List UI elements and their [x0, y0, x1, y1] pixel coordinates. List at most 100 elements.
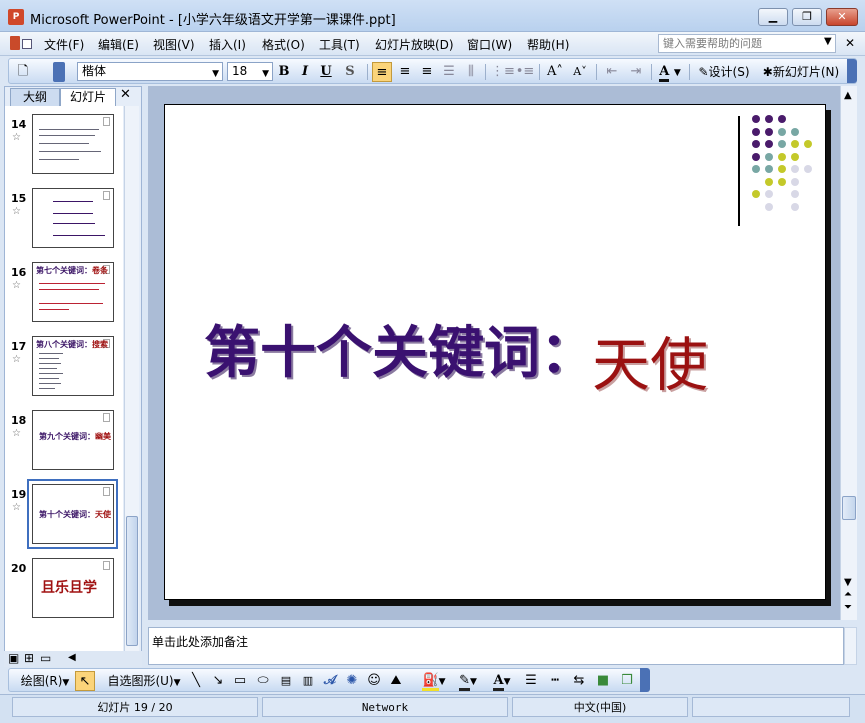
- help-search-input[interactable]: 键入需要帮助的问题: [658, 34, 836, 53]
- toolbar-options-icon[interactable]: [640, 668, 650, 692]
- document-close-icon[interactable]: ✕: [845, 36, 855, 50]
- line-color-button[interactable]: ✎▼: [453, 671, 483, 691]
- slide-thumbnail-18[interactable]: 第九个关键词：幽美: [32, 410, 114, 470]
- menu-tools[interactable]: 工具(T): [319, 36, 360, 53]
- menu-window[interactable]: 窗口(W): [467, 36, 512, 53]
- arrow-button[interactable]: ↘: [209, 671, 227, 691]
- toolbar-separator: [596, 64, 597, 80]
- slide-thumbnail-19[interactable]: 第十个关键词：天使: [32, 484, 114, 544]
- powerpoint-app-icon[interactable]: P: [8, 9, 24, 25]
- slideshow-view-icon[interactable]: ▭: [40, 651, 51, 665]
- thumbnail-scrollbar[interactable]: [124, 106, 139, 652]
- toolbar-separator: [539, 64, 540, 80]
- minimize-button[interactable]: ▁: [758, 8, 788, 26]
- 3d-style-icon: ❒: [621, 673, 633, 688]
- chevron-down-icon: ▼: [673, 68, 681, 78]
- notes-scrollbar[interactable]: [844, 627, 857, 665]
- slide-number: 17: [11, 340, 27, 353]
- arrow-style-button[interactable]: ⇆: [569, 671, 589, 691]
- select-objects-button[interactable]: ↖: [75, 671, 95, 691]
- increase-font-button[interactable]: A˄: [544, 62, 566, 82]
- font-size-select[interactable]: 18 ▼: [227, 62, 273, 81]
- scroll-up-icon[interactable]: ▲: [844, 90, 852, 101]
- new-document-icon[interactable]: 🗋: [13, 62, 33, 82]
- menu-insert[interactable]: 插入(I): [209, 36, 246, 53]
- menu-view[interactable]: 视图(V): [153, 36, 195, 53]
- scrollbar-thumb[interactable]: [126, 516, 138, 646]
- rectangle-button[interactable]: ▭: [231, 671, 249, 691]
- line-style-button[interactable]: ☰: [521, 671, 541, 691]
- line-button[interactable]: ╲: [187, 671, 205, 691]
- italic-button[interactable]: I: [296, 62, 314, 82]
- menu-file[interactable]: 文件(F): [44, 36, 84, 53]
- decorative-dot: [765, 127, 773, 136]
- justify-button[interactable]: ☰: [439, 62, 459, 82]
- picture-button[interactable]: ⛰: [387, 671, 405, 691]
- bullets-button[interactable]: •≡: [515, 62, 535, 82]
- shadow-style-button[interactable]: ■: [593, 671, 613, 691]
- notes-input[interactable]: 单击此处添加备注: [148, 627, 844, 665]
- tab-slides[interactable]: 幻灯片: [60, 88, 116, 106]
- close-window-button[interactable]: ✕: [826, 8, 858, 26]
- align-left-button[interactable]: ≡: [372, 62, 392, 82]
- draw-font-color-button[interactable]: A▼: [487, 671, 517, 691]
- decrease-indent-button[interactable]: ⇤: [601, 62, 623, 82]
- decorative-dot: [804, 140, 812, 148]
- next-slide-icon[interactable]: ⏷: [844, 602, 852, 613]
- decorative-dot: [791, 202, 799, 211]
- pane-close-icon[interactable]: ✕: [120, 87, 131, 102]
- slide-scrollbar[interactable]: [840, 86, 857, 620]
- design-button[interactable]: ✎设计(S): [693, 62, 755, 82]
- scroll-left-icon[interactable]: ◀: [68, 652, 76, 663]
- document-icon[interactable]: [8, 36, 36, 52]
- slide-number: 18: [11, 414, 27, 427]
- font-color-button[interactable]: A ▼: [655, 62, 685, 82]
- fill-color-button[interactable]: ⛽▼: [419, 671, 449, 691]
- justify-icon: ☰: [443, 64, 455, 79]
- menu-format[interactable]: 格式(O): [262, 36, 305, 53]
- scrollbar-thumb[interactable]: [842, 496, 856, 520]
- diagram-button[interactable]: ✺: [343, 671, 361, 691]
- increase-indent-button[interactable]: ⇥: [625, 62, 647, 82]
- shadow-button[interactable]: S: [341, 62, 359, 82]
- slide-title[interactable]: 第十个关键词：: [204, 308, 596, 389]
- normal-view-icon[interactable]: ▣: [8, 651, 19, 665]
- draw-menu-button[interactable]: 绘图(R)▼: [19, 671, 71, 691]
- slide-thumbnail-16[interactable]: 第七个关键词：卷条: [32, 262, 114, 322]
- align-right-button[interactable]: ≡: [417, 62, 437, 82]
- underline-button[interactable]: U: [317, 62, 335, 82]
- previous-slide-icon[interactable]: ⏶: [844, 589, 852, 600]
- bold-button[interactable]: B: [275, 62, 293, 82]
- align-center-button[interactable]: ≡: [395, 62, 415, 82]
- slide-thumbnail-17[interactable]: 第八个关键词：搜索: [32, 336, 114, 396]
- slide-thumbnail-14[interactable]: [32, 114, 114, 174]
- menu-edit[interactable]: 编辑(E): [98, 36, 139, 53]
- oval-button[interactable]: ⬭: [253, 671, 273, 691]
- scroll-down-icon[interactable]: ▼: [844, 577, 852, 588]
- transition-star-icon: ☆: [12, 428, 21, 439]
- slide-sorter-icon[interactable]: ⊞: [24, 651, 34, 665]
- maximize-button[interactable]: ❐: [792, 8, 822, 26]
- menu-slideshow[interactable]: 幻灯片放映(D): [375, 36, 454, 53]
- distribute-button[interactable]: ⫼: [461, 62, 481, 82]
- vertical-text-box-button[interactable]: ▥: [299, 671, 317, 691]
- toolbar-options-icon[interactable]: [53, 62, 65, 82]
- menu-help[interactable]: 帮助(H): [527, 36, 569, 53]
- tab-outline[interactable]: 大纲: [10, 88, 60, 106]
- numbering-button[interactable]: ⋮≡: [491, 62, 515, 82]
- clip-art-button[interactable]: ☺: [365, 671, 383, 691]
- text-box-button[interactable]: ▤: [277, 671, 295, 691]
- autoshapes-button[interactable]: 自选图形(U)▼: [105, 671, 183, 691]
- decorative-dot: [765, 202, 773, 211]
- wordart-button[interactable]: 𝒜: [321, 671, 339, 691]
- slide-title-keyword[interactable]: 天使: [592, 318, 708, 402]
- slide-thumbnail-15[interactable]: [32, 188, 114, 248]
- 3d-style-button[interactable]: ❒: [617, 671, 637, 691]
- new-slide-button[interactable]: ✱新幻灯片(N): [757, 62, 845, 82]
- toolbar-options-icon[interactable]: [847, 59, 857, 83]
- font-name-select[interactable]: 楷体 ▼: [77, 62, 223, 81]
- decrease-font-button[interactable]: A˅: [569, 62, 591, 82]
- dash-style-button[interactable]: ┅: [545, 671, 565, 691]
- slide-thumbnail-20[interactable]: 且乐且学: [32, 558, 114, 618]
- help-dropdown-icon[interactable]: ▼: [824, 36, 832, 47]
